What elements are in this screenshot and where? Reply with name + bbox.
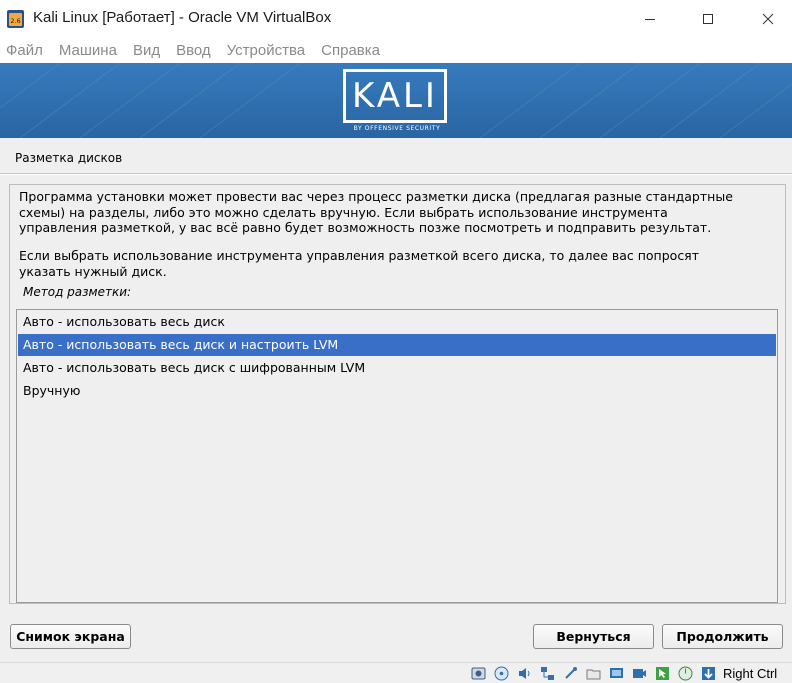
maximize-button[interactable]: [685, 0, 731, 37]
page-title: Разметка дисков: [15, 151, 123, 165]
option-auto-whole-disk-lvm[interactable]: Авто - использовать весь диск и настроит…: [18, 334, 776, 356]
svg-text:2.6: 2.6: [10, 17, 20, 25]
partition-method-list[interactable]: Авто - использовать весь диск Авто - исп…: [16, 309, 778, 603]
kali-logo: KALI: [343, 69, 447, 123]
option-auto-whole-disk-encrypted-lvm[interactable]: Авто - использовать весь диск с шифрован…: [18, 357, 776, 379]
video-capture-icon[interactable]: [631, 665, 648, 682]
network-icon[interactable]: [539, 665, 556, 682]
optical-disc-icon[interactable]: [493, 665, 510, 682]
description-paragraph-2: Если выбрать использование инструмента у…: [19, 248, 699, 279]
virtualbox-window: 2.6 Kali Linux [Работает] - Oracle VM Vi…: [0, 0, 792, 683]
option-auto-whole-disk[interactable]: Авто - использовать весь диск: [18, 311, 776, 333]
maximize-icon: [703, 13, 713, 24]
title-bar[interactable]: 2.6 Kali Linux [Работает] - Oracle VM Vi…: [0, 0, 792, 37]
audio-icon[interactable]: [516, 665, 533, 682]
window-title: Kali Linux [Работает] - Oracle VM Virtua…: [33, 9, 332, 26]
title-divider: [0, 174, 792, 175]
installer-content: Программа установки может провести вас ч…: [9, 184, 786, 604]
description-paragraph-1: Программа установки может провести вас ч…: [19, 189, 733, 235]
close-button[interactable]: [745, 0, 791, 37]
partition-method-label: Метод разметки:: [23, 285, 132, 299]
close-icon: [762, 13, 774, 24]
continue-button[interactable]: Продолжить: [662, 624, 783, 649]
virtualbox-app-icon[interactable]: 2.6: [6, 8, 25, 29]
keyboard-capture-icon[interactable]: [700, 665, 717, 682]
minimize-button[interactable]: [627, 0, 673, 37]
menu-machine[interactable]: Машина: [59, 42, 117, 59]
host-key-label: Right Ctrl: [723, 666, 778, 681]
mouse-integration-icon[interactable]: [654, 665, 671, 682]
status-bar: Right Ctrl: [0, 662, 792, 683]
menu-help[interactable]: Справка: [321, 42, 380, 59]
option-manual[interactable]: Вручную: [18, 380, 776, 402]
kali-banner: KALI BY OFFENSIVE SECURITY: [0, 63, 792, 138]
display-icon[interactable]: [608, 665, 625, 682]
kali-logo-text: KALI: [352, 76, 438, 116]
screenshot-button[interactable]: Снимок экрана: [10, 624, 131, 649]
menu-bar: Файл Машина Вид Ввод Устройства Справка: [0, 37, 792, 63]
menu-devices[interactable]: Устройства: [227, 42, 305, 59]
menu-view[interactable]: Вид: [133, 42, 160, 59]
cpu-activity-icon[interactable]: [677, 665, 694, 682]
menu-input[interactable]: Ввод: [176, 42, 211, 59]
minimize-icon: [645, 18, 655, 20]
back-button[interactable]: Вернуться: [533, 624, 654, 649]
guest-display[interactable]: KALI BY OFFENSIVE SECURITY Разметка диск…: [0, 63, 792, 662]
usb-icon[interactable]: [562, 665, 579, 682]
menu-file[interactable]: Файл: [6, 42, 43, 59]
shared-folders-icon[interactable]: [585, 665, 602, 682]
hard-disk-icon[interactable]: [470, 665, 487, 682]
kali-logo-subtext: BY OFFENSIVE SECURITY: [353, 125, 441, 132]
